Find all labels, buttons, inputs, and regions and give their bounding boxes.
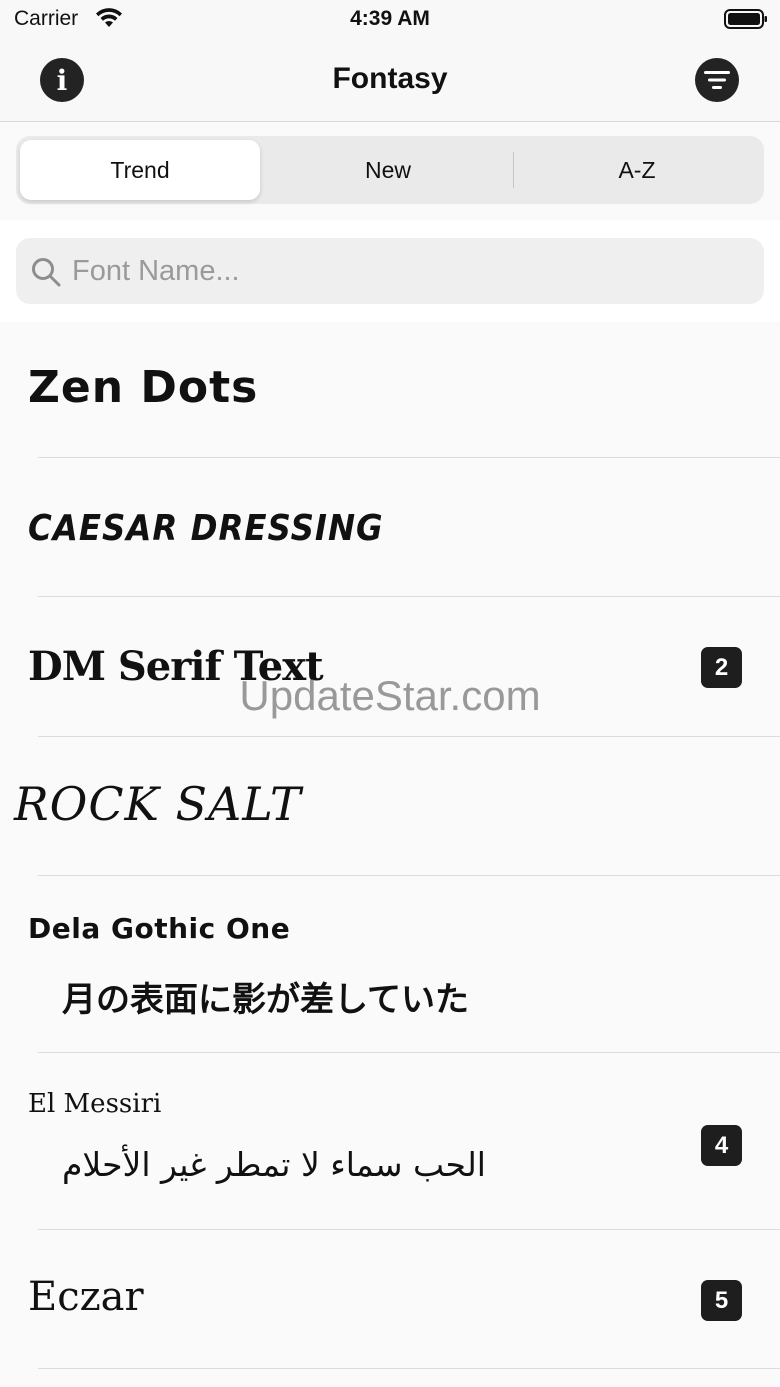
font-row-eczar[interactable]: Eczar 5	[0, 1230, 780, 1369]
watermark: UpdateStar.com	[239, 672, 541, 719]
font-row-zen-dots[interactable]: Zen Dots	[0, 322, 780, 458]
nav-bar: i Fontasy	[0, 40, 780, 122]
font-sample-text: 月の表面に影が差していた	[62, 980, 469, 1020]
page-title: Fontasy	[332, 62, 448, 95]
segment-a-z[interactable]: A-Z	[514, 140, 760, 200]
font-list: Zen Dots CAESAR DRESSING DM Serif Text 2…	[0, 322, 780, 1369]
search-box[interactable]	[16, 238, 764, 304]
segment-trend[interactable]: Trend	[20, 140, 260, 200]
status-bar: Carrier 4:39 AM	[0, 0, 780, 40]
font-row-rock-salt[interactable]: ROCK SALT	[0, 737, 780, 876]
filter-button[interactable]	[695, 58, 739, 102]
font-row-el-messiri[interactable]: El Messiri الحب سماء لا تمطر غير الأحلام…	[0, 1053, 780, 1230]
sort-segmented-control: Trend New A-Z	[16, 136, 764, 204]
segment-new[interactable]: New	[266, 140, 510, 200]
font-name: Zen Dots	[28, 362, 259, 413]
font-name: ROCK SALT	[14, 777, 302, 831]
style-count-badge: 5	[701, 1280, 742, 1321]
search-input[interactable]	[72, 238, 752, 304]
style-count-badge: 4	[701, 1125, 742, 1166]
clock: 4:39 AM	[350, 7, 430, 30]
search-icon	[32, 258, 61, 287]
row-divider	[38, 1368, 780, 1369]
font-sample-text: الحب سماء لا تمطر غير الأحلام	[62, 1145, 486, 1184]
font-row-dela-gothic-one[interactable]: Dela Gothic One 月の表面に影が差していた	[0, 876, 780, 1053]
font-row-caesar-dressing[interactable]: CAESAR DRESSING	[0, 458, 780, 597]
font-name: CAESAR DRESSING	[28, 508, 384, 549]
font-name: Eczar	[28, 1274, 144, 1320]
font-name: El Messiri	[28, 1089, 162, 1119]
font-name: Dela Gothic One	[28, 912, 291, 945]
search-bar	[0, 220, 780, 322]
battery-icon	[724, 9, 767, 29]
filter-icon	[704, 71, 730, 89]
